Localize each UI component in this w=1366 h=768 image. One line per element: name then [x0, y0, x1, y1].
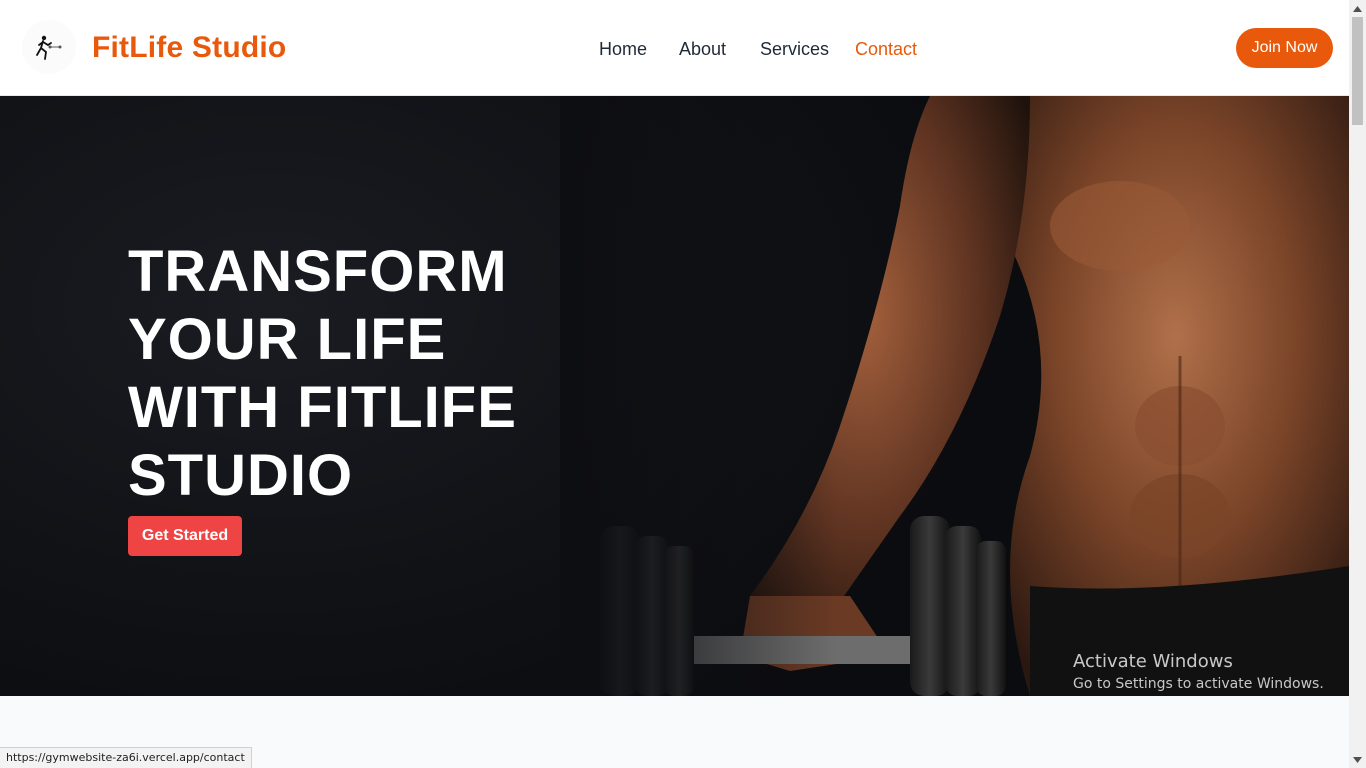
vertical-scrollbar[interactable]: [1349, 0, 1366, 768]
nav-home-link[interactable]: Home: [599, 36, 647, 62]
hero-title: TRANSFORM YOUR LIFE WITH FITLIFE STUDIO: [128, 239, 517, 508]
hero-section: TRANSFORM YOUR LIFE WITH FITLIFE STUDIO …: [0, 96, 1349, 696]
join-now-button[interactable]: Join Now: [1236, 28, 1333, 68]
watermark-subtitle: Go to Settings to activate Windows.: [1073, 676, 1324, 692]
status-bar-url: https://gymwebsite-za6i.vercel.app/conta…: [0, 747, 252, 768]
watermark-title: Activate Windows: [1073, 651, 1233, 672]
page: FitLife Studio Home About Services Conta…: [0, 0, 1349, 768]
brand-name[interactable]: FitLife Studio: [92, 30, 286, 66]
nav-about-link[interactable]: About: [679, 36, 726, 62]
runner-logo-icon: [36, 35, 62, 60]
nav-contact-link[interactable]: Contact: [855, 36, 917, 62]
get-started-button[interactable]: Get Started: [128, 516, 242, 556]
scroll-up-icon[interactable]: [1349, 0, 1366, 17]
site-header: FitLife Studio Home About Services Conta…: [0, 0, 1349, 96]
logo[interactable]: [22, 20, 76, 74]
muscular-man-lifting-dumbbell-image: [560, 96, 1349, 696]
scroll-down-icon[interactable]: [1349, 751, 1366, 768]
scrollbar-thumb[interactable]: [1352, 17, 1363, 125]
windows-activation-watermark: Activate Windows Go to Settings to activ…: [1073, 650, 1324, 694]
nav-services-link[interactable]: Services: [760, 36, 829, 62]
